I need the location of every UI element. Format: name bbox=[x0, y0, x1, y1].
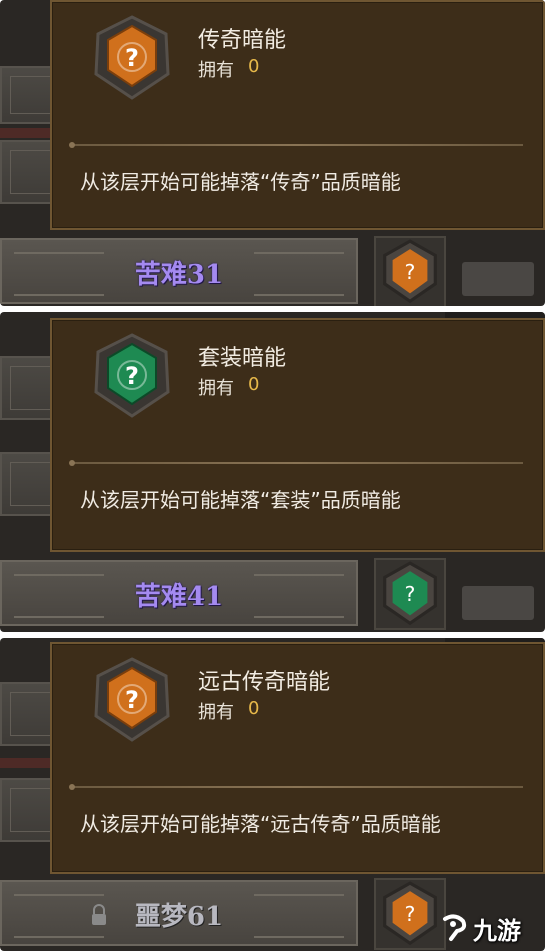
item-tooltip: ? 套装暗能 拥有 0 从该层开始可能掉落“套装”品质暗能 bbox=[50, 318, 545, 552]
owned-label: 拥有 bbox=[198, 378, 234, 399]
svg-text:?: ? bbox=[405, 582, 416, 606]
svg-text:?: ? bbox=[125, 44, 139, 72]
tooltip-description: 从该层开始可能掉落“套装”品质暗能 bbox=[80, 488, 401, 512]
orange-gem-icon: ? bbox=[94, 657, 170, 742]
tooltip-title: 远古传奇暗能 bbox=[198, 670, 331, 695]
difficulty-row-locked[interactable]: 噩梦61 bbox=[0, 880, 358, 946]
tooltip-title: 套装暗能 bbox=[198, 346, 287, 371]
orange-gem-icon: ? bbox=[94, 15, 170, 100]
tooltip-description: 从该层开始可能掉落“远古传奇”品质暗能 bbox=[80, 812, 441, 836]
svg-text:?: ? bbox=[405, 902, 416, 926]
item-tooltip: ? 传奇暗能 拥有 0 从该层开始可能掉落“传奇”品质暗能 bbox=[50, 0, 545, 230]
svg-text:?: ? bbox=[125, 362, 139, 390]
divider bbox=[69, 784, 523, 790]
divider bbox=[69, 460, 523, 466]
orange-gem-icon: ? bbox=[383, 239, 437, 304]
owned-count: 0 bbox=[248, 374, 260, 395]
difficulty-row[interactable]: 苦难31 bbox=[0, 238, 358, 304]
owned-label: 拥有 bbox=[198, 702, 234, 723]
orange-gem-icon: ? bbox=[383, 881, 437, 946]
dark-energy-slot[interactable]: ? bbox=[374, 878, 446, 950]
dark-energy-panel-legendary: 苦难31 ? ? 传奇暗能 拥有 0 从该层开始可能掉落“传奇”品质暗能 bbox=[0, 0, 545, 306]
site-watermark: 九游 bbox=[439, 909, 535, 945]
svg-text:?: ? bbox=[405, 260, 416, 284]
difficulty-row[interactable]: 苦难41 bbox=[0, 560, 358, 626]
blurred-text bbox=[462, 262, 534, 296]
difficulty-level-label: 苦难41 bbox=[134, 582, 224, 612]
difficulty-level-label: 噩梦61 bbox=[134, 902, 224, 932]
owned-count: 0 bbox=[248, 56, 260, 77]
owned-label: 拥有 bbox=[198, 60, 234, 81]
dark-energy-slot[interactable]: ? bbox=[374, 236, 446, 306]
dark-energy-panel-ancient-legendary: 噩梦61 ? ? 远古传奇暗能 拥有 0 从该层开始可能掉落“远古传奇”品质暗能… bbox=[0, 638, 545, 951]
divider bbox=[69, 142, 523, 148]
green-gem-icon: ? bbox=[383, 561, 437, 626]
dark-energy-panel-set: 苦难41 ? ? 套装暗能 拥有 0 从该层开始可能掉落“套装”品质暗能 bbox=[0, 312, 545, 632]
nine-game-logo-icon bbox=[443, 914, 467, 941]
watermark-text: 九游 bbox=[473, 917, 521, 945]
item-tooltip: ? 远古传奇暗能 拥有 0 从该层开始可能掉落“远古传奇”品质暗能 bbox=[50, 642, 545, 874]
green-gem-icon: ? bbox=[94, 333, 170, 418]
svg-text:?: ? bbox=[125, 686, 139, 714]
difficulty-level-label: 苦难31 bbox=[134, 260, 224, 290]
dark-energy-slot[interactable]: ? bbox=[374, 558, 446, 630]
tooltip-title: 传奇暗能 bbox=[198, 28, 287, 53]
owned-count: 0 bbox=[248, 698, 260, 719]
blurred-text bbox=[462, 586, 534, 620]
tooltip-description: 从该层开始可能掉落“传奇”品质暗能 bbox=[80, 170, 401, 194]
